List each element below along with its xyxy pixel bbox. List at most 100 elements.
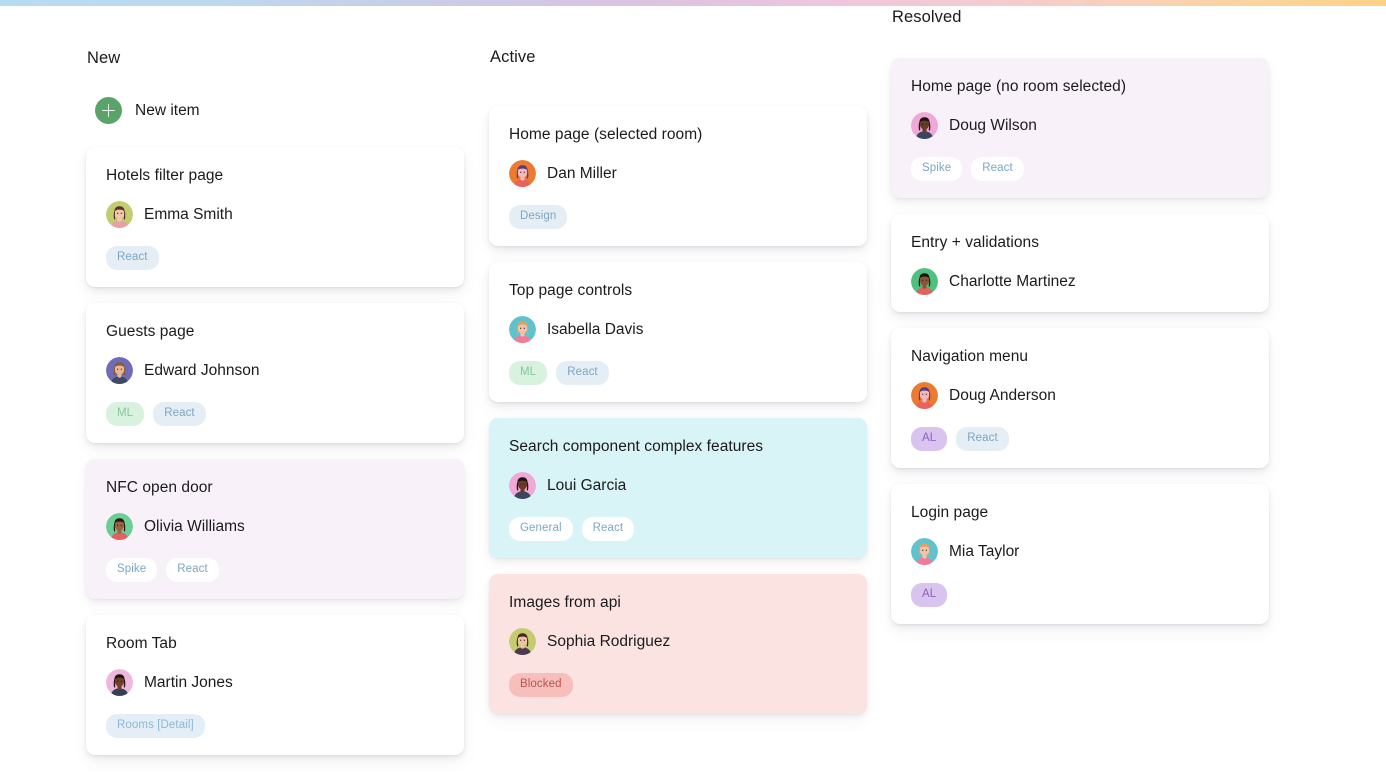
card-list-active: Home page (selected room) Dan Miller Desig…	[489, 106, 867, 714]
assignee-name: Edward Johnson	[144, 361, 260, 379]
task-card[interactable]: Home page (no room selected) Doug Wilson S…	[891, 58, 1269, 198]
assignee-name: Loui Garcia	[547, 476, 627, 494]
assignee-name: Charlotte Martinez	[949, 272, 1076, 290]
tag-row: Design	[509, 205, 847, 229]
tag-spike[interactable]: Spike	[911, 157, 963, 181]
task-card-title: Guests page	[106, 323, 195, 340]
tag-row: Blocked	[509, 673, 847, 697]
tag-react[interactable]: React	[153, 402, 206, 426]
tag-row: Spike React	[106, 558, 444, 582]
task-card-title: NFC open door	[106, 479, 213, 496]
assignee-name: Doug Wilson	[949, 116, 1037, 134]
assignee-row: Charlotte Martinez	[911, 268, 1249, 295]
task-card-title: Room Tab	[106, 635, 177, 652]
tag-row: ML React	[509, 361, 847, 385]
assignee-name: Isabella Davis	[547, 320, 644, 338]
assignee-row: Sophia Rodriguez	[509, 628, 847, 655]
new-item-label: New item	[135, 101, 200, 119]
task-card[interactable]: Search component complex features Loui Ga…	[489, 418, 867, 558]
avatar	[509, 160, 536, 187]
assignee-row: Dan Miller	[509, 160, 847, 187]
task-card-title: Navigation menu	[911, 348, 1029, 365]
tag-al[interactable]: AL	[911, 427, 948, 451]
task-card[interactable]: Room Tab Martin Jones Rooms [Detail]	[86, 615, 464, 755]
avatar	[509, 316, 536, 343]
assignee-name: Sophia Rodriguez	[547, 632, 671, 650]
tag-row: ML React	[106, 402, 444, 426]
task-card[interactable]: Guests page Edward Johnson ML React	[86, 303, 464, 443]
assignee-name: Emma Smith	[144, 205, 233, 223]
avatar	[911, 382, 938, 409]
card-list-new: Hotels filter page Emma Smith React Guests …	[86, 147, 464, 755]
avatar	[106, 357, 133, 384]
tag-react[interactable]: React	[556, 361, 609, 385]
task-card[interactable]: Hotels filter page Emma Smith React	[86, 147, 464, 287]
tag-react[interactable]: React	[956, 427, 1009, 451]
task-card[interactable]: Top page controls Isabella Davis ML React	[489, 262, 867, 402]
assignee-name: Martin Jones	[144, 673, 233, 691]
task-card-title: Images from api	[509, 594, 621, 611]
assignee-row: Doug Wilson	[911, 112, 1249, 139]
avatar	[509, 472, 536, 499]
tag-spike[interactable]: Spike	[106, 558, 158, 582]
task-card[interactable]: Images from api Sophia Rodriguez Blocked	[489, 574, 867, 714]
assignee-name: Dan Miller	[547, 164, 617, 182]
task-card-title: Home page (no room selected)	[911, 78, 1127, 95]
assignee-row: Olivia Williams	[106, 513, 444, 540]
tag-al[interactable]: AL	[911, 583, 948, 607]
tag-row: AL	[911, 583, 1249, 607]
column-active: Active Home page (selected room) Dan Mill…	[489, 47, 867, 730]
tag-rooms[interactable]: Rooms [Detail]	[106, 714, 205, 738]
tag-react[interactable]: React	[581, 517, 635, 541]
task-card[interactable]: Home page (selected room) Dan Miller Desig…	[489, 106, 867, 246]
column-title-new: New	[87, 49, 121, 67]
tag-design[interactable]: Design	[509, 205, 568, 229]
avatar	[509, 628, 536, 655]
task-card-title: Entry + validations	[911, 234, 1040, 251]
tag-react[interactable]: React	[166, 558, 219, 582]
avatar	[106, 513, 133, 540]
tag-row: Spike React	[911, 157, 1249, 181]
assignee-row: Mia Taylor	[911, 538, 1249, 565]
tag-row: Rooms [Detail]	[106, 714, 444, 738]
tag-row: General React	[509, 517, 847, 541]
column-new: New New item Hotels filter page Emma Smit…	[86, 48, 464, 771]
tag-react[interactable]: React	[971, 157, 1024, 181]
tag-row: React	[106, 246, 444, 270]
task-card-title: Hotels filter page	[106, 167, 224, 184]
card-list-resolved: Home page (no room selected) Doug Wilson S…	[891, 58, 1269, 624]
task-card[interactable]: Login page Mia Taylor AL	[891, 484, 1269, 624]
kanban-board: New New item Hotels filter page Emma Smit…	[0, 0, 1386, 782]
column-title-active: Active	[490, 48, 536, 66]
assignee-name: Doug Anderson	[949, 386, 1056, 404]
task-card-title: Home page (selected room)	[509, 126, 703, 143]
column-title-resolved: Resolved	[892, 8, 962, 26]
assignee-name: Olivia Williams	[144, 517, 245, 535]
avatar	[106, 669, 133, 696]
task-card-title: Login page	[911, 504, 989, 521]
assignee-row: Doug Anderson	[911, 382, 1249, 409]
avatar	[911, 538, 938, 565]
avatar	[106, 201, 133, 228]
assignee-row: Loui Garcia	[509, 472, 847, 499]
task-card[interactable]: Navigation menu Doug Anderson AL React	[891, 328, 1269, 468]
column-resolved: Resolved Home page (no room selected) Dou…	[891, 0, 1269, 640]
assignee-row: Emma Smith	[106, 201, 444, 228]
assignee-row: Martin Jones	[106, 669, 444, 696]
tag-general[interactable]: General	[509, 517, 573, 541]
avatar	[911, 268, 938, 295]
tag-ml[interactable]: ML	[106, 402, 145, 426]
tag-ml[interactable]: ML	[509, 361, 548, 385]
task-card-title: Search component complex features	[509, 438, 764, 455]
avatar	[911, 112, 938, 139]
task-card[interactable]: NFC open door Olivia Williams Spike React	[86, 459, 464, 599]
task-card-title: Top page controls	[509, 282, 633, 299]
assignee-name: Mia Taylor	[949, 542, 1020, 560]
tag-blocked[interactable]: Blocked	[509, 673, 573, 697]
tag-react[interactable]: React	[106, 246, 159, 270]
new-item-button[interactable]: New item	[86, 97, 200, 124]
task-card[interactable]: Entry + validations Charlotte Martinez	[891, 214, 1269, 312]
tag-row: AL React	[911, 427, 1249, 451]
assignee-row: Isabella Davis	[509, 316, 847, 343]
assignee-row: Edward Johnson	[106, 357, 444, 384]
